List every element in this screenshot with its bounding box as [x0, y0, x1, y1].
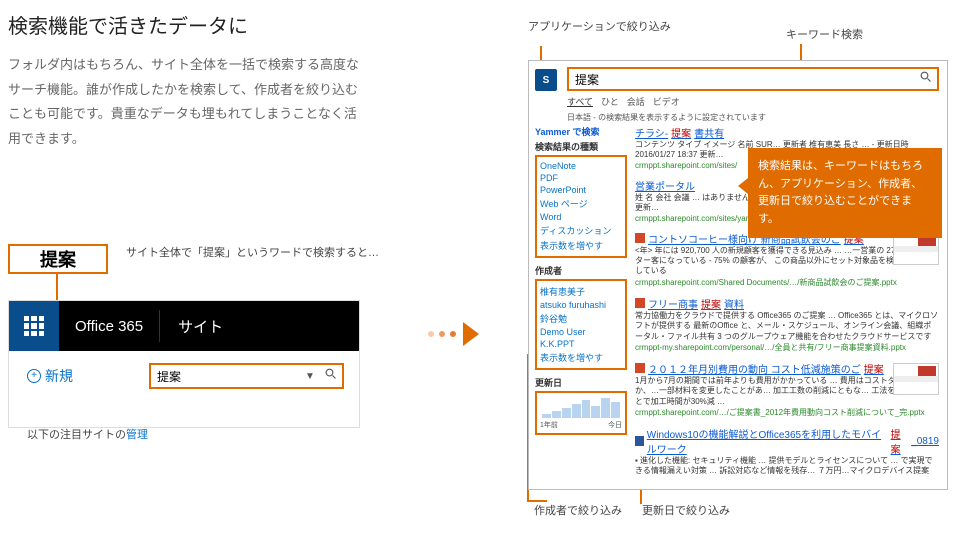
facet-author-box: 椎有恵美子atsuko furuhashi鈴谷勉Demo UserK.K.PPT…	[535, 279, 627, 370]
search-results-pane: S 提案 すべてひと会話ビデオ 日本語 - の検索結果を表示するように設定されて…	[528, 60, 948, 490]
hit-url[interactable]: crmppt.sharepoint.com/…/ご提案書_2012年費用動向コス…	[635, 407, 939, 418]
hit-snippet: ▪ 進化した機能: セキュリティ機能 … 提供モデルとライセンスについて … で…	[635, 456, 939, 477]
facet-item[interactable]: 椎有恵美子	[540, 284, 622, 299]
dropdown-caret-icon[interactable]: ▼	[300, 371, 320, 382]
facet-item[interactable]: Word	[540, 211, 622, 223]
flow-arrow	[428, 322, 479, 346]
connector-line	[527, 500, 547, 502]
language-note: 日本語 - の検索結果を表示するように設定されています	[567, 112, 939, 123]
annotation-author-filter: 作成者で絞り込み	[534, 504, 622, 519]
search-hit: フリー商事提案資料常力協働力をクラウドで提供する Office365 のご提案 …	[635, 296, 939, 353]
facet-item[interactable]: Demo User	[540, 326, 622, 338]
facet-item[interactable]: ディスカッション	[540, 223, 622, 238]
facet-title-author: 作成者	[535, 264, 627, 277]
hit-snippet: 常力協働力をクラウドで提供する Office365 のご提案 … Office3…	[635, 311, 939, 342]
result-tab[interactable]: 会話	[627, 95, 645, 108]
site-heading: サイト	[160, 316, 241, 337]
facet-item[interactable]: 表示数を増やす	[540, 238, 622, 253]
word-icon	[635, 436, 644, 446]
powerpoint-icon	[635, 233, 645, 243]
office365-brand: Office 365	[59, 310, 160, 342]
hit-title[interactable]: フリー商事提案資料	[635, 296, 939, 311]
powerpoint-icon	[635, 363, 645, 373]
connector-line	[640, 490, 642, 504]
manage-promoted-sites: 以下の注目サイトの管理	[27, 426, 341, 442]
search-hit: Windows10の機能解説とOffice365を利用したモバイルワーク提案_0…	[635, 426, 939, 477]
annotation-date-filter: 更新日で絞り込み	[642, 504, 730, 519]
search-hit: コントソコーヒー様向け 新商品試飲会のご提案<年> 年には 920,700 人の…	[635, 231, 939, 288]
facet-date-box: 1年前 今日	[535, 391, 627, 435]
result-scope-tabs: すべてひと会話ビデオ	[567, 95, 939, 108]
facet-item[interactable]: PowerPoint	[540, 184, 622, 196]
hero-body: フォルダ内はもちろん、サイト全体を一括で検索する高度なサーチ機能。誰が作成したか…	[8, 53, 368, 152]
office365-sites-panel: Office 365 サイト + 新規 提案 ▼ 以下の注目サイトの管理	[8, 300, 360, 428]
callout-search-filters: 検索結果は、キーワードはもちろん、アプリケーション、作成者、更新日で絞り込むこと…	[748, 148, 942, 238]
example-search-term: 提案	[40, 246, 76, 272]
results-search-box[interactable]: 提案	[567, 67, 939, 91]
hit-url[interactable]: crmppt-my.sharepoint.com/personal/…/全員と共…	[635, 342, 939, 353]
facet-type-box: OneNotePDFPowerPointWeb ページWordディスカッション表…	[535, 155, 627, 258]
hero-title: 検索機能で活きたデータに	[8, 10, 368, 39]
facet-item[interactable]: OneNote	[540, 160, 622, 172]
search-hit: ２０１２年月別費用の動向 コスト低減施策のご提案1月から7月の期間では前年よりも…	[635, 361, 939, 418]
result-tab[interactable]: ひと	[601, 95, 619, 108]
date-axis-left: 1年前	[540, 420, 558, 430]
search-icon[interactable]	[320, 367, 342, 385]
facet-item[interactable]: 鈴谷勉	[540, 311, 622, 326]
facet-title-type: 検索結果の種類	[535, 140, 627, 153]
results-search-value: 提案	[569, 71, 915, 88]
hit-title[interactable]: Windows10の機能解説とOffice365を利用したモバイルワーク提案_0…	[635, 426, 939, 456]
facet-item[interactable]: 表示数を増やす	[540, 350, 622, 365]
manage-link[interactable]: 管理	[126, 429, 148, 441]
facet-item[interactable]: atsuko furuhashi	[540, 299, 622, 311]
yammer-search-heading[interactable]: Yammer で検索	[535, 125, 627, 138]
annotation-keyword: キーワード検索	[786, 28, 863, 43]
annotation-app-filter: アプリケーションで絞り込み	[528, 20, 671, 35]
new-site-button[interactable]: + 新規	[27, 366, 73, 386]
sharepoint-logo-icon: S	[535, 69, 557, 91]
powerpoint-icon	[635, 298, 645, 308]
waffle-icon	[24, 316, 44, 336]
search-icon[interactable]	[915, 70, 937, 88]
app-launcher-waffle[interactable]	[9, 301, 59, 351]
example-search-term-chip: 提案	[8, 244, 108, 274]
site-search-box[interactable]: 提案 ▼	[149, 363, 344, 389]
facet-item[interactable]: PDF	[540, 172, 622, 184]
facet-title-date: 更新日	[535, 376, 627, 389]
hit-title[interactable]: チラシ-提案書共有	[635, 125, 939, 140]
date-histogram[interactable]	[540, 396, 622, 420]
date-axis-right: 今日	[608, 420, 622, 430]
site-search-value: 提案	[151, 368, 300, 385]
facet-item[interactable]: Web ページ	[540, 196, 622, 211]
new-site-label: 新規	[45, 366, 73, 386]
result-tab[interactable]: すべて	[567, 95, 593, 108]
result-tab[interactable]: ビデオ	[653, 95, 680, 108]
hit-url[interactable]: crmppt.sharepoint.com/Shared Documents/……	[635, 277, 939, 288]
example-search-caption: サイト全体で「提案」というワードで検索すると…	[126, 246, 379, 261]
facet-item[interactable]: K.K.PPT	[540, 338, 622, 350]
hit-thumbnail	[893, 363, 939, 395]
plus-icon: +	[27, 369, 41, 383]
